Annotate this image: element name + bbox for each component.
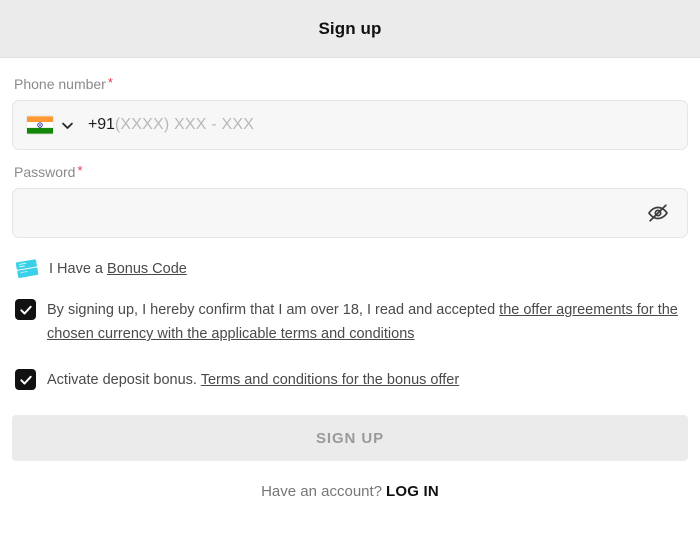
- bonus-code-text: I Have a Bonus Code: [49, 261, 187, 277]
- deposit-bonus-checkbox[interactable]: [15, 369, 36, 390]
- check-icon: [19, 305, 32, 314]
- eye-off-icon[interactable]: [645, 200, 671, 226]
- required-asterisk: *: [77, 163, 83, 178]
- phone-placeholder: (XXXX) XXX - XXX: [114, 116, 255, 133]
- sign-up-button[interactable]: SIGN UP: [12, 415, 688, 461]
- terms-checkbox[interactable]: [15, 299, 36, 320]
- check-icon: [19, 375, 32, 384]
- phone-number-label-text: Phone number: [14, 76, 106, 92]
- bonus-code-prefix: I Have a: [49, 260, 103, 277]
- login-prompt-text: Have an account?: [261, 483, 383, 500]
- required-asterisk: *: [107, 75, 113, 90]
- password-label-text: Password: [14, 164, 76, 180]
- signup-form: Phone number * +91 (XXXX) XXX - XXX Pass…: [0, 58, 700, 500]
- password-field-group: Password *: [12, 164, 688, 238]
- deposit-bonus-text: Activate deposit bonus.: [47, 372, 197, 388]
- page-title: Sign up: [318, 18, 382, 38]
- signup-page: Sign up Phone number * +91 (XXXX) XXX - …: [0, 0, 700, 550]
- login-prompt: Have an account? LOG IN: [12, 483, 688, 500]
- bonus-code-link[interactable]: Bonus Code: [107, 261, 187, 277]
- terms-label: By signing up, I hereby confirm that I a…: [47, 298, 688, 346]
- log-in-link[interactable]: LOG IN: [386, 483, 439, 500]
- sign-up-button-label: SIGN UP: [316, 429, 384, 447]
- india-flag-icon: [27, 116, 53, 134]
- chevron-down-icon[interactable]: [60, 118, 75, 133]
- ticket-icon: [15, 258, 41, 279]
- phone-input[interactable]: +91 (XXXX) XXX - XXX: [12, 100, 688, 150]
- terms-text: By signing up, I hereby confirm that I a…: [47, 302, 496, 318]
- deposit-bonus-checkbox-row[interactable]: Activate deposit bonus. Terms and condit…: [15, 368, 688, 392]
- password-label: Password *: [14, 164, 688, 180]
- phone-number-label: Phone number *: [14, 76, 688, 92]
- dialog-header: Sign up: [0, 0, 700, 58]
- deposit-bonus-link[interactable]: Terms and conditions for the bonus offer: [201, 372, 459, 388]
- phone-field-group: Phone number * +91 (XXXX) XXX - XXX: [12, 76, 688, 150]
- password-input[interactable]: [12, 188, 688, 238]
- dial-code: +91: [88, 116, 115, 133]
- deposit-bonus-label: Activate deposit bonus. Terms and condit…: [47, 368, 467, 392]
- terms-checkbox-row[interactable]: By signing up, I hereby confirm that I a…: [15, 298, 688, 346]
- bonus-code-row[interactable]: I Have a Bonus Code: [15, 258, 688, 279]
